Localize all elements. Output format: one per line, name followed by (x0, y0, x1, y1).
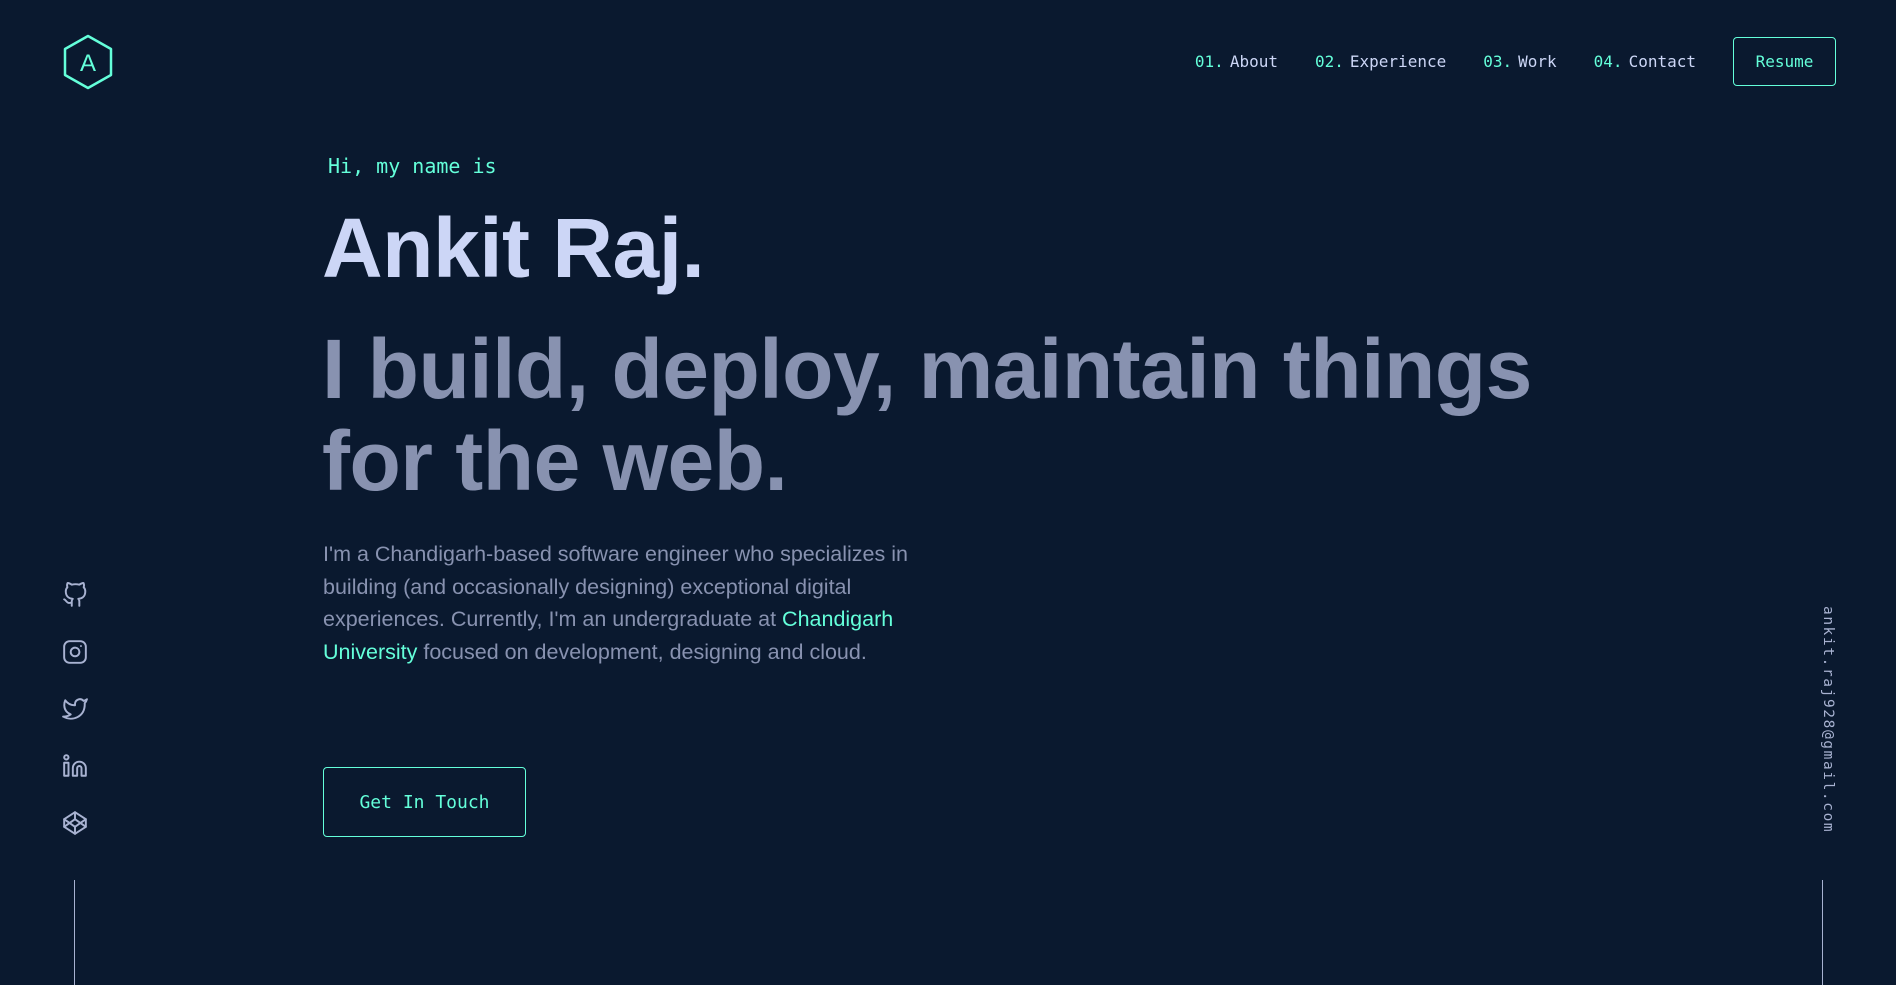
email-link[interactable]: ankit.raj928@gmail.com (1810, 606, 1836, 846)
nav-contact[interactable]: 04. Contact (1594, 52, 1696, 71)
hero-tagline: I build, deploy, maintain things for the… (322, 322, 1532, 508)
nav-experience[interactable]: 02. Experience (1315, 52, 1446, 71)
codepen-icon (63, 811, 87, 835)
nav-experience-label: Experience (1349, 52, 1447, 71)
twitter-icon (62, 698, 88, 720)
nav-about-number: 01. (1194, 52, 1224, 71)
nav-contact-number: 04. (1593, 52, 1623, 71)
linkedin-link[interactable] (58, 749, 92, 783)
hero-name: Ankit Raj. (322, 201, 705, 295)
social-links (58, 578, 92, 863)
nav-work[interactable]: 03. Work (1483, 52, 1556, 71)
linkedin-icon (63, 754, 87, 777)
hero-greeting: Hi, my name is (328, 154, 497, 178)
github-link[interactable] (58, 578, 92, 612)
instagram-link[interactable] (58, 635, 92, 669)
hero-bio: I'm a Chandigarh-based software engineer… (323, 538, 963, 668)
nav-about-label: About (1229, 52, 1278, 71)
portfolio-page: A 01. About 02. Experience 03. Work 04. Cont… (0, 0, 1896, 985)
nav-work-label: Work (1518, 52, 1557, 71)
resume-button[interactable]: Resume (1733, 37, 1836, 86)
logo-letter: A (80, 50, 96, 77)
codepen-link[interactable] (58, 806, 92, 840)
left-rail-line (74, 880, 75, 985)
nav-work-number: 03. (1483, 52, 1513, 71)
instagram-icon (63, 640, 87, 664)
right-rail-line (1822, 880, 1823, 985)
nav-contact-label: Contact (1628, 52, 1696, 71)
logo-icon[interactable]: A (62, 34, 114, 90)
github-icon (63, 582, 87, 607)
nav-about[interactable]: 01. About (1195, 52, 1278, 71)
bio-text-end: focused on development, designing and cl… (417, 639, 867, 664)
twitter-link[interactable] (58, 692, 92, 726)
get-in-touch-button[interactable]: Get In Touch (323, 767, 526, 837)
main-nav: 01. About 02. Experience 03. Work 04. Contac… (1195, 37, 1836, 86)
nav-experience-number: 02. (1314, 52, 1344, 71)
